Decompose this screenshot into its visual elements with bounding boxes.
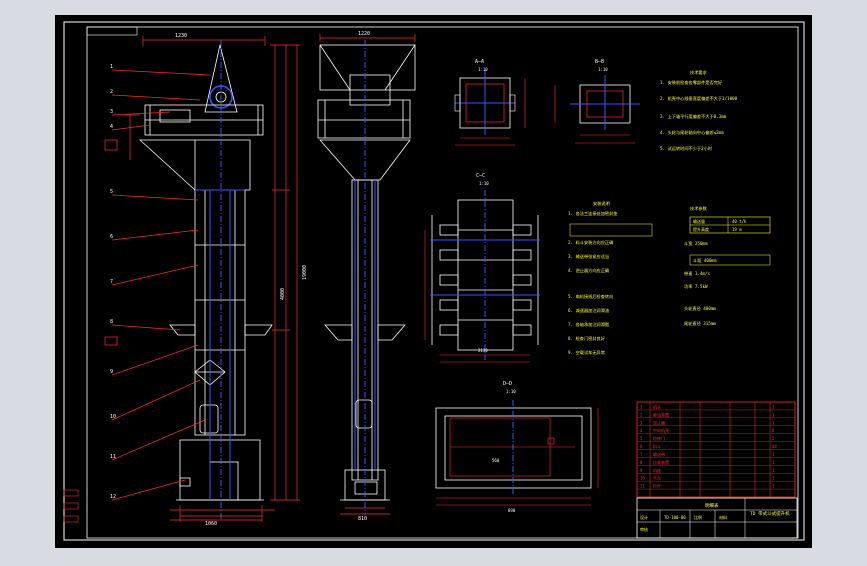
- leader-label-7: 7: [110, 279, 113, 285]
- section-a-label: A—A: [475, 59, 484, 65]
- parts-table-cell: 输送带: [653, 451, 665, 457]
- notes-right-line: 尾轮直径 315mm: [684, 320, 716, 327]
- parts-table-cell: 驱动装置: [653, 411, 669, 417]
- notes-right-line: 斗宽 250mm: [684, 240, 708, 247]
- notes-technical-line: 2. 机壳中心线垂直度偏差不大于1/1000: [660, 95, 738, 102]
- params-value-2: 19 m: [732, 227, 742, 232]
- notes-middle-line: 3. 输送带张紧应适当: [568, 253, 609, 260]
- leader-label-3: 3: [110, 109, 113, 115]
- title-block-scale: 比例: [694, 514, 702, 520]
- leader-label-1: 1: [110, 64, 113, 70]
- leader-label-8: 8: [110, 319, 113, 325]
- notes-middle-heading: 安装说明: [593, 200, 610, 207]
- cad-drawing-canvas: 1 2 3 4 5 6 7 8 9 10 11 12 1230 4000 190…: [55, 15, 812, 548]
- section-b-ratio: 1:10: [598, 67, 608, 72]
- leader-label-4: 4: [110, 124, 113, 130]
- notes-middle-line: 6. 减速器加注润滑油: [568, 307, 609, 314]
- notes-technical-line: 4. 头轮与尾轮轴向中心偏差≤2mm: [660, 129, 724, 136]
- notes-middle-line: 1. 各法兰连接处加密封垫: [568, 210, 618, 217]
- section-c-label: C—C: [476, 173, 485, 179]
- notes-middle-line: 9. 空载试车无异常: [568, 349, 605, 356]
- title-block-drawing-no: TD-100-00: [664, 515, 686, 520]
- notes-right-line: 头轮直径 400mm: [684, 305, 716, 312]
- parts-table-cell: 机座: [653, 467, 661, 473]
- notes-right-heading: 技术参数: [690, 205, 708, 212]
- parts-table-cell: 平台: [653, 475, 661, 481]
- parts-table-cell: 料斗: [653, 443, 661, 449]
- dim-height-1: 4000: [280, 288, 286, 300]
- section-d-inner: 560: [492, 458, 500, 463]
- notes-technical-line: 3. 上下轴平行度偏差不大于0.3mm: [660, 113, 727, 120]
- dim-bottom-2: 810: [358, 516, 367, 522]
- parts-table-cell: 栏杆: [653, 483, 661, 489]
- notes-middle-line: 4. 逆止器方向应正确: [568, 267, 609, 274]
- params-name-2: 提升高度: [693, 226, 709, 232]
- dim-top-right: 1220: [358, 31, 370, 37]
- title-block-material: 材料: [719, 514, 727, 520]
- title-block-designer: 设计: [640, 514, 648, 520]
- notes-right: 技术参数: [690, 205, 708, 212]
- section-d-width: 890: [508, 508, 516, 513]
- title-block-checker: 审核: [640, 526, 648, 532]
- dim-bottom-1: 1060: [205, 521, 217, 527]
- parts-table-cell: 拉紧装置: [653, 459, 669, 465]
- section-d-label: D—D: [503, 381, 512, 387]
- leader-label-12: 12: [110, 494, 116, 500]
- parts-table-cell: 10: [640, 476, 645, 481]
- leader-label-9: 9: [110, 369, 113, 375]
- notes-technical-line: 1. 安装前检查各零部件是否完好: [660, 79, 722, 86]
- section-c-width: 2130: [478, 348, 488, 353]
- parts-table-cell: 中间机壳: [653, 427, 669, 433]
- leader-label-5: 5: [110, 189, 113, 195]
- leader-label-6: 6: [110, 234, 113, 240]
- notes-middle-line: 2. 料斗安装方向应正确: [568, 239, 613, 246]
- parts-table-cell: 机头: [653, 403, 661, 409]
- drawing-background: [55, 15, 812, 548]
- leader-label-11: 11: [110, 454, 116, 460]
- parts-table-cell: 11: [640, 484, 645, 489]
- params-name-1: 输送量: [693, 218, 705, 224]
- cad-viewport[interactable]: 1 2 3 4 5 6 7 8 9 10 11 12 1230 4000 190…: [0, 0, 867, 562]
- parts-table-cell: 检修门: [653, 435, 665, 441]
- title-block-drawing-title: TD 带式斗式提升机: [750, 510, 790, 517]
- parts-table-cell: 48: [772, 444, 777, 449]
- section-b-label: B—B: [595, 59, 604, 65]
- params-value-1: 40 t/h: [732, 219, 747, 224]
- section-d-ratio: 1:10: [506, 389, 516, 394]
- leader-label-2: 2: [110, 89, 113, 95]
- leader-label-10: 10: [110, 414, 116, 420]
- section-a-ratio: 1:10: [478, 67, 488, 72]
- parts-table-cell: 逆止器: [653, 419, 665, 425]
- parts-table-title: 明细表: [705, 502, 719, 509]
- notes-technical-heading: 技术要求: [690, 69, 708, 76]
- dim-height-2: 19000: [302, 265, 308, 280]
- notes-right-line: 斗距 400mm: [693, 258, 717, 263]
- notes-right-line: 功率 7.5kW: [684, 283, 708, 290]
- dim-top-left: 1230: [175, 33, 187, 39]
- section-c-ratio: 1:10: [479, 181, 489, 186]
- notes-middle-line: 8. 检查门密封良好: [568, 335, 605, 342]
- notes-middle-line: 7. 各轴承加注润滑脂: [568, 321, 609, 328]
- notes-technical-line: 5. 试运转时间不少于2小时: [660, 145, 713, 152]
- notes-middle-line: 5. 电机接线后检查转向: [568, 293, 613, 300]
